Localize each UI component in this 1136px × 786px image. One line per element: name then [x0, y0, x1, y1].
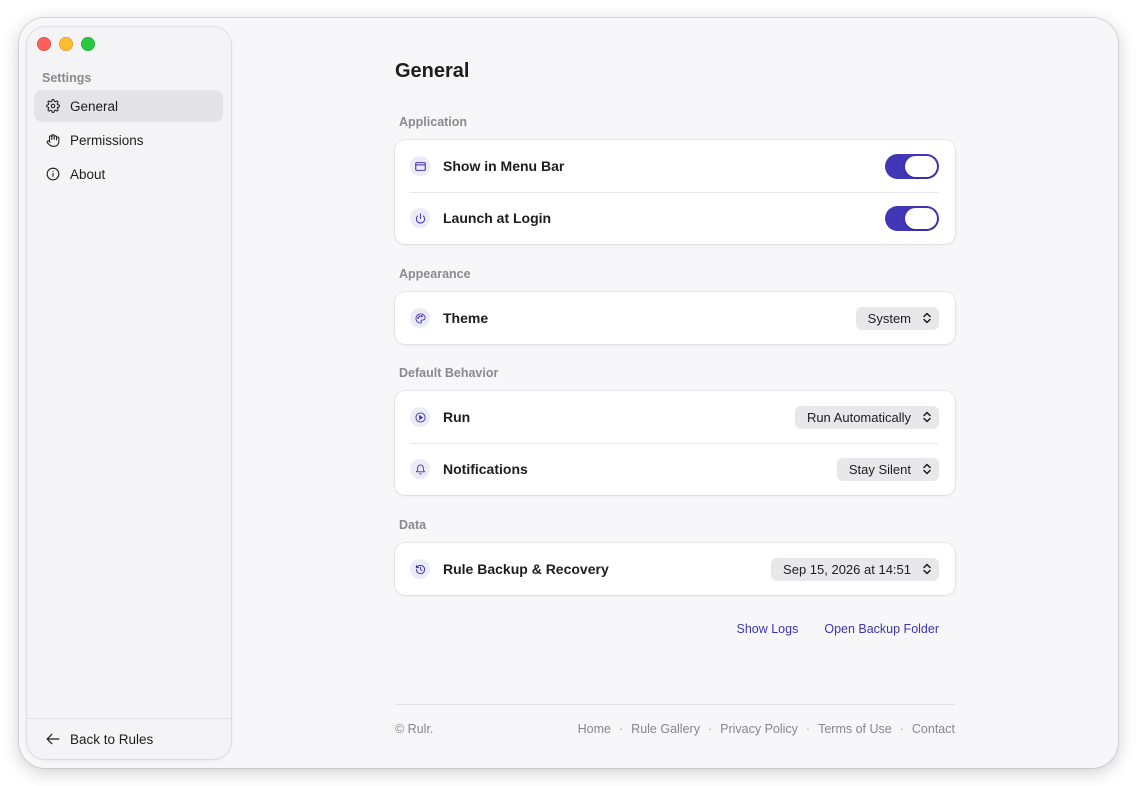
show-logs-link[interactable]: Show Logs: [736, 622, 798, 636]
backup-links: Show Logs Open Backup Folder: [736, 622, 939, 636]
section-label-default-behavior: Default Behavior: [399, 366, 499, 380]
notifications-select[interactable]: Stay Silent: [836, 457, 939, 481]
back-to-rules-label: Back to Rules: [70, 731, 154, 747]
footer-separator: ·: [707, 722, 713, 736]
section-label-data: Data: [399, 518, 427, 532]
theme-row: Theme System: [395, 292, 955, 344]
palette-icon: [410, 308, 430, 328]
footer-separator: ·: [805, 722, 811, 736]
menu-bar-icon: [410, 156, 430, 176]
power-icon: [410, 208, 430, 228]
notifications-select-value: Stay Silent: [848, 461, 911, 477]
sidebar-item-label: General: [70, 98, 119, 114]
arrow-left-icon: [46, 733, 62, 745]
sidebar-item-label: About: [70, 166, 106, 182]
show-in-menu-bar-label: Show in Menu Bar: [443, 158, 565, 174]
launch-at-login-toggle[interactable]: [885, 205, 939, 231]
sidebar-heading: Settings: [42, 71, 92, 85]
footer-separator: ·: [619, 722, 624, 736]
footer-links: Home · Rule Gallery · Privacy Policy · T…: [578, 722, 955, 736]
theme-label: Theme: [443, 310, 489, 326]
footer-link-contact[interactable]: Contact: [912, 722, 955, 736]
footer-link-home[interactable]: Home: [578, 722, 611, 736]
footer-separator: ·: [899, 722, 904, 736]
backup-select-value: Sep 15, 2026 at 14:51: [783, 561, 911, 577]
run-row: Run Run Automatically: [395, 391, 955, 443]
minimize-window-button[interactable]: [59, 37, 73, 51]
play-circle-icon: [410, 407, 430, 427]
sidebar-item-label: Permissions: [70, 132, 144, 148]
notifications-row: Notifications Stay Silent: [395, 443, 955, 495]
backup-select[interactable]: Sep 15, 2026 at 14:51: [771, 557, 939, 581]
theme-select-value: System: [867, 310, 911, 326]
close-window-button[interactable]: [37, 37, 51, 51]
bell-icon: [410, 459, 430, 479]
run-select-value: Run Automatically: [806, 409, 911, 425]
show-in-menu-bar-row: Show in Menu Bar: [395, 140, 955, 192]
chevron-up-down-icon: [923, 463, 931, 475]
run-label: Run: [443, 409, 471, 425]
theme-select[interactable]: System: [855, 306, 939, 330]
back-to-rules-button[interactable]: Back to Rules: [27, 718, 231, 759]
show-in-menu-bar-toggle[interactable]: [885, 153, 939, 179]
hand-icon: [45, 132, 61, 148]
sidebar: Settings General Permissions About Back …: [27, 27, 231, 759]
page-title: General: [395, 60, 470, 82]
sidebar-item-permissions[interactable]: Permissions: [34, 124, 223, 156]
zoom-window-button[interactable]: [81, 37, 95, 51]
notifications-label: Notifications: [443, 461, 528, 477]
appearance-card: Theme System: [395, 292, 955, 344]
settings-window: Settings General Permissions About Back …: [19, 18, 1118, 768]
chevron-up-down-icon: [923, 563, 931, 575]
toggle-knob: [905, 155, 937, 177]
sidebar-item-general[interactable]: General: [34, 90, 223, 122]
chevron-up-down-icon: [923, 411, 931, 423]
application-card: Show in Menu Bar Launch at Login: [395, 140, 955, 244]
footer-link-terms-of-use[interactable]: Terms of Use: [818, 722, 892, 736]
footer-link-privacy-policy[interactable]: Privacy Policy: [720, 722, 798, 736]
clock-history-icon: [410, 559, 430, 579]
default-behavior-card: Run Run Automatically Notifications Stay…: [395, 391, 955, 495]
run-select[interactable]: Run Automatically: [794, 405, 939, 429]
copyright: © Rulr.: [395, 722, 434, 736]
rule-backup-row: Rule Backup & Recovery Sep 15, 2026 at 1…: [395, 543, 955, 595]
footer: © Rulr. Home · Rule Gallery · Privacy Po…: [395, 704, 955, 736]
sidebar-item-about[interactable]: About: [34, 158, 223, 190]
data-card: Rule Backup & Recovery Sep 15, 2026 at 1…: [395, 543, 955, 595]
open-backup-folder-link[interactable]: Open Backup Folder: [824, 622, 939, 636]
launch-at-login-row: Launch at Login: [395, 192, 955, 244]
main-content: General Application Show in Menu Bar Lau…: [395, 18, 955, 768]
rule-backup-label: Rule Backup & Recovery: [443, 561, 609, 577]
info-icon: [45, 166, 61, 182]
chevron-up-down-icon: [923, 312, 931, 324]
launch-at-login-label: Launch at Login: [443, 210, 552, 226]
gear-icon: [45, 98, 61, 114]
footer-link-rule-gallery[interactable]: Rule Gallery: [631, 722, 700, 736]
toggle-knob: [905, 207, 937, 229]
section-label-appearance: Appearance: [399, 267, 471, 281]
section-label-application: Application: [399, 115, 468, 129]
window-controls: [37, 37, 95, 51]
sidebar-nav: General Permissions About: [34, 90, 223, 192]
